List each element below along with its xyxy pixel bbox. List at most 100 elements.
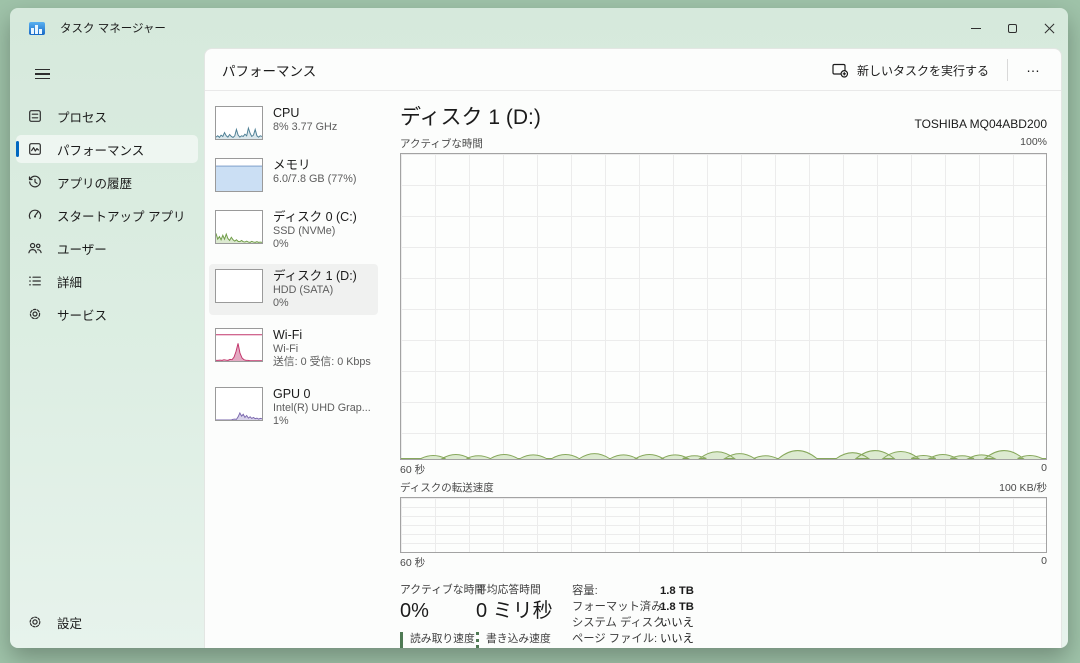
perf-card-memory[interactable]: メモリ 6.0/7.8 GB (77%) xyxy=(209,153,378,197)
startup-apps-icon xyxy=(27,207,43,223)
sidebar-item-label: ユーザー xyxy=(57,239,107,258)
header-divider xyxy=(1007,59,1008,81)
perf-card-detail: Wi-Fi xyxy=(273,343,371,356)
selected-indicator xyxy=(16,141,19,157)
sidebar: プロセス パフォーマンス アプリの履歴 xyxy=(10,48,204,648)
gear-icon xyxy=(27,614,43,630)
sidebar-item-app-history[interactable]: アプリの履歴 xyxy=(16,168,198,196)
new-task-icon xyxy=(832,63,849,78)
maximize-button[interactable] xyxy=(994,8,1031,48)
write-speed-stat: 書き込み速度 0 KB/秒 xyxy=(476,632,560,648)
perf-card-detail: 8% 3.77 GHz xyxy=(273,121,337,134)
prop-system-disk: システム ディスク: いいえ xyxy=(572,615,723,631)
close-button[interactable] xyxy=(1031,8,1068,48)
run-new-task-label: 新しいタスクを実行する xyxy=(857,62,989,79)
perf-card-name: ディスク 0 (C:) xyxy=(273,210,357,225)
run-new-task-button[interactable]: 新しいタスクを実行する xyxy=(822,56,999,85)
sidebar-item-processes[interactable]: プロセス xyxy=(16,102,198,130)
memory-sparkline xyxy=(215,158,263,192)
active-time-chart xyxy=(400,153,1047,460)
sidebar-item-label: 設定 xyxy=(57,613,82,632)
perf-card-detail: HDD (SATA) xyxy=(273,284,357,297)
perf-card-detail2: 1% xyxy=(273,415,371,428)
sidebar-item-label: スタートアップ アプリ xyxy=(57,206,185,225)
window-title: タスク マネージャー xyxy=(60,20,166,36)
more-options-button[interactable]: … xyxy=(1016,55,1051,85)
sidebar-item-label: プロセス xyxy=(57,107,107,126)
chart1-label: アクティブな時間 xyxy=(400,136,483,151)
maximize-icon xyxy=(1008,24,1017,33)
perf-card-name: Wi-Fi xyxy=(273,328,371,343)
perf-card-detail2: 0% xyxy=(273,238,357,251)
read-speed-value: 0 KB/秒 xyxy=(410,647,472,648)
perf-card-name: ディスク 1 (D:) xyxy=(273,269,357,284)
chart2-label: ディスクの転送速度 xyxy=(400,480,494,495)
detail-title: ディスク 1 (D:) xyxy=(400,101,541,131)
response-time-stat-label: 平均応答時間 xyxy=(476,583,560,597)
perf-card-wifi[interactable]: Wi-Fi Wi-Fi 送信: 0 受信: 0 Kbps xyxy=(209,323,378,374)
minimize-button[interactable] xyxy=(957,8,994,48)
app-history-icon xyxy=(27,174,43,190)
perf-card-detail: Intel(R) UHD Grap... xyxy=(273,402,371,415)
response-time-stat-value: 0 ミリ秒 xyxy=(476,599,560,623)
chart1-xleft: 60 秒 xyxy=(400,462,425,477)
processes-icon xyxy=(27,108,43,124)
task-manager-window: タスク マネージャー プロセス パフォーマ xyxy=(10,8,1068,648)
hamburger-menu-button[interactable] xyxy=(27,60,57,88)
disk-properties: 容量: 1.8 TB フォーマット済み: 1.8 TB システム ディスク: い… xyxy=(572,583,723,648)
disk-detail-pane: ディスク 1 (D:) TOSHIBA MQ04ABD200 アクティブな時間 … xyxy=(400,91,1047,648)
sidebar-item-label: 詳細 xyxy=(57,272,82,291)
write-speed-value: 0 KB/秒 xyxy=(486,647,560,648)
close-icon xyxy=(1044,23,1055,34)
perf-card-cpu[interactable]: CPU 8% 3.77 GHz xyxy=(209,101,378,145)
prop-type: 種類: HDD (SATA) xyxy=(572,647,723,648)
gpu-sparkline xyxy=(215,387,263,421)
titlebar[interactable]: タスク マネージャー xyxy=(10,8,1068,48)
perf-card-detail: SSD (NVMe) xyxy=(273,225,357,238)
performance-icon xyxy=(27,141,43,157)
read-speed-label: 読み取り速度 xyxy=(410,632,472,646)
perf-card-name: CPU xyxy=(273,106,337,121)
minimize-icon xyxy=(971,28,981,29)
sidebar-item-label: サービス xyxy=(57,305,107,324)
write-speed-label: 書き込み速度 xyxy=(486,632,560,646)
sidebar-item-performance[interactable]: パフォーマンス xyxy=(16,135,198,163)
sidebar-item-settings[interactable]: 設定 xyxy=(16,608,198,636)
disk0-sparkline xyxy=(215,210,263,244)
sidebar-item-label: アプリの履歴 xyxy=(57,173,132,192)
perf-card-detail: 6.0/7.8 GB (77%) xyxy=(273,173,356,186)
perf-card-gpu0[interactable]: GPU 0 Intel(R) UHD Grap... 1% xyxy=(209,382,378,433)
device-model: TOSHIBA MQ04ABD200 xyxy=(914,117,1047,131)
wifi-sparkline xyxy=(215,328,263,362)
page-title: パフォーマンス xyxy=(222,60,316,80)
users-icon xyxy=(27,240,43,256)
active-time-stat-value: 0% xyxy=(400,599,472,623)
desktop-background: タスク マネージャー プロセス パフォーマ xyxy=(0,0,1080,663)
prop-formatted: フォーマット済み: 1.8 TB xyxy=(572,599,723,615)
page-header: パフォーマンス 新しいタスクを実行する … xyxy=(205,49,1061,91)
perf-card-name: GPU 0 xyxy=(273,387,371,402)
window-controls xyxy=(957,8,1068,48)
read-speed-stat: 読み取り速度 0 KB/秒 xyxy=(400,632,472,648)
sidebar-item-startup-apps[interactable]: スタートアップ アプリ xyxy=(16,201,198,229)
perf-card-disk1[interactable]: ディスク 1 (D:) HDD (SATA) 0% xyxy=(209,264,378,315)
sidebar-item-users[interactable]: ユーザー xyxy=(16,234,198,262)
perf-card-detail2: 送信: 0 受信: 0 Kbps xyxy=(273,356,371,369)
content-panel: パフォーマンス 新しいタスクを実行する … xyxy=(204,48,1062,648)
prop-capacity: 容量: 1.8 TB xyxy=(572,583,723,599)
perf-card-disk0[interactable]: ディスク 0 (C:) SSD (NVMe) 0% xyxy=(209,205,378,256)
chart1-xright: 0 xyxy=(1041,462,1047,477)
sidebar-item-services[interactable]: サービス xyxy=(16,300,198,328)
active-time-stat-label: アクティブな時間 xyxy=(400,583,472,597)
active-time-series xyxy=(401,154,1046,459)
disk-stats: アクティブな時間 0% 読み取り速度 0 KB/秒 平均応答時間 0 ミリ秒 書… xyxy=(400,583,1047,648)
cpu-sparkline xyxy=(215,106,263,140)
disk1-sparkline xyxy=(215,269,263,303)
chart2-xleft: 60 秒 xyxy=(400,555,425,570)
sidebar-item-label: パフォーマンス xyxy=(57,140,144,159)
chart1-ymax: 100% xyxy=(1020,136,1047,151)
chart2-xright: 0 xyxy=(1041,555,1047,570)
chart2-ymax: 100 KB/秒 xyxy=(999,480,1047,495)
transfer-rate-chart xyxy=(400,497,1047,553)
sidebar-item-details[interactable]: 詳細 xyxy=(16,267,198,295)
